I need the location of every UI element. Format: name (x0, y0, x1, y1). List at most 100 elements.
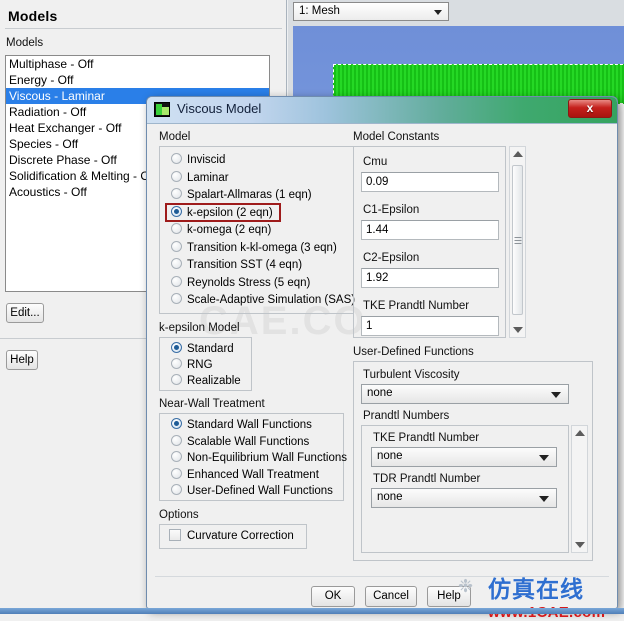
constant-input[interactable]: 0.09 (361, 172, 499, 192)
radio-label: Transition k-kl-omega (3 eqn) (187, 241, 337, 254)
radio-label: Scalable Wall Functions (187, 435, 310, 448)
mesh-view-value: 1: Mesh (299, 5, 340, 17)
model-option-7[interactable]: Reynolds Stress (5 eqn) (171, 275, 310, 291)
radio-button-icon[interactable] (171, 170, 182, 182)
radio-button-icon[interactable] (171, 418, 182, 429)
scroll-down-arrow-icon[interactable] (575, 542, 585, 548)
prandtl-value: none (377, 450, 403, 462)
constant-label: TKE Prandtl Number (363, 300, 470, 312)
radio-button-icon[interactable] (171, 342, 182, 353)
prandtl-label: TKE Prandtl Number (373, 432, 480, 444)
radio-label: k-omega (2 eqn) (187, 224, 272, 236)
radio-button-icon[interactable] (171, 293, 182, 304)
fluent-app-icon (154, 102, 170, 117)
nearwall-group-label: Near-Wall Treatment (159, 398, 265, 410)
taskbar-strip (0, 608, 624, 614)
chevron-down-icon (434, 10, 442, 15)
radio-button-icon[interactable] (171, 467, 182, 479)
scroll-up-arrow-icon[interactable] (575, 430, 585, 436)
radio-label: Inviscid (187, 154, 226, 166)
ok-button[interactable]: OK (311, 586, 355, 607)
udf-group-label: User-Defined Functions (353, 346, 474, 358)
nearwall-option-3[interactable]: Enhanced Wall Treatment (171, 467, 319, 483)
scroll-down-arrow-icon[interactable] (513, 327, 523, 333)
constant-input[interactable]: 1 (361, 316, 499, 336)
radio-button-icon[interactable] (171, 240, 182, 252)
radio-label: Transition SST (4 eqn) (187, 259, 303, 271)
model-option-5[interactable]: Transition k-kl-omega (3 eqn) (171, 240, 337, 256)
radio-label: RNG (187, 359, 213, 371)
constant-input[interactable]: 1.44 (361, 220, 499, 240)
radio-label: Spalart-Allmaras (1 eqn) (187, 189, 312, 201)
scroll-up-arrow-icon[interactable] (513, 151, 523, 157)
nearwall-option-1[interactable]: Scalable Wall Functions (171, 434, 309, 450)
nearwall-option-2[interactable]: Non-Equilibrium Wall Functions (171, 450, 347, 466)
kepsilon-option-0[interactable]: Standard (171, 341, 234, 357)
kepsilon-annotation-highlight (165, 202, 281, 222)
radio-button-icon[interactable] (171, 358, 182, 369)
model-group-label: Model (159, 131, 191, 143)
nearwall-option-4[interactable]: User-Defined Wall Functions (171, 483, 333, 499)
panel-help-button[interactable]: Help (6, 350, 38, 370)
radio-button-icon[interactable] (171, 275, 182, 287)
radio-label: Realizable (187, 375, 241, 387)
list-item[interactable]: Energy - Off (6, 72, 269, 88)
dialog-title: Viscous Model (177, 101, 262, 116)
constants-scrollbar[interactable] (509, 146, 526, 338)
model-option-0[interactable]: Inviscid (171, 152, 225, 168)
chevron-down-icon (539, 455, 549, 461)
help-button[interactable]: Help (427, 586, 471, 607)
radio-button-icon[interactable] (171, 374, 182, 385)
radio-button-icon[interactable] (171, 188, 182, 199)
turbulent-viscosity-value: none (367, 387, 393, 399)
page-title: Models (8, 8, 58, 24)
checkbox-icon[interactable] (169, 529, 181, 541)
prandtl-numbers-label: Prandtl Numbers (363, 410, 450, 422)
prandtl-dropdown[interactable]: none (371, 488, 557, 508)
prandtl-dropdown[interactable]: none (371, 447, 557, 467)
constant-label: C1-Epsilon (363, 204, 420, 216)
turbulent-viscosity-label: Turbulent Viscosity (363, 369, 460, 381)
radio-label: Laminar (187, 171, 229, 184)
list-item[interactable]: Multiphase - Off (6, 56, 269, 72)
model-option-2[interactable]: Spalart-Allmaras (1 eqn) (171, 187, 312, 203)
constant-label: C2-Epsilon (363, 252, 420, 264)
edit-button[interactable]: Edit... (6, 303, 44, 323)
dialog-titlebar[interactable]: Viscous Model x (147, 97, 617, 124)
footer-divider (155, 576, 609, 577)
radio-label: Standard (187, 343, 234, 355)
radio-button-icon[interactable] (171, 484, 182, 495)
close-icon[interactable]: x (568, 99, 612, 118)
turbulent-viscosity-dropdown[interactable]: none (361, 384, 569, 404)
radio-button-icon[interactable] (171, 223, 182, 234)
kepsilon-option-1[interactable]: RNG (171, 357, 213, 373)
radio-label: Enhanced Wall Treatment (187, 468, 319, 481)
title-divider (5, 28, 282, 29)
radio-button-icon[interactable] (171, 258, 182, 269)
model-option-8[interactable]: Scale-Adaptive Simulation (SAS) (171, 292, 355, 308)
prandtl-scrollbar[interactable] (571, 425, 588, 553)
mesh-view-dropdown[interactable]: 1: Mesh (293, 2, 449, 21)
chevron-down-icon (539, 496, 549, 502)
model-option-1[interactable]: Laminar (171, 170, 229, 186)
cancel-button[interactable]: Cancel (365, 586, 417, 607)
viscous-model-dialog[interactable]: Viscous Model x CAE.CO Model Inviscid Lam… (146, 96, 618, 609)
constants-group-label: Model Constants (353, 131, 440, 143)
chevron-down-icon (551, 392, 561, 398)
prandtl-label: TDR Prandtl Number (373, 473, 481, 485)
kepsilon-option-2[interactable]: Realizable (171, 373, 241, 389)
radio-label: Non-Equilibrium Wall Functions (187, 452, 347, 464)
radio-button-icon[interactable] (171, 451, 182, 462)
radio-button-icon[interactable] (171, 153, 182, 164)
radio-label: Scale-Adaptive Simulation (SAS) (187, 294, 356, 306)
curvature-correction-checkbox-row[interactable]: Curvature Correction (169, 528, 294, 544)
model-option-4[interactable]: k-omega (2 eqn) (171, 222, 271, 238)
scrollbar-thumb[interactable] (512, 165, 523, 315)
kepsilon-group-label: k-epsilon Model (159, 322, 240, 334)
model-option-6[interactable]: Transition SST (4 eqn) (171, 257, 302, 273)
radio-label: Standard Wall Functions (187, 419, 312, 431)
constant-input[interactable]: 1.92 (361, 268, 499, 288)
radio-button-icon[interactable] (171, 434, 182, 446)
prandtl-value: none (377, 491, 403, 503)
nearwall-option-0[interactable]: Standard Wall Functions (171, 417, 312, 433)
